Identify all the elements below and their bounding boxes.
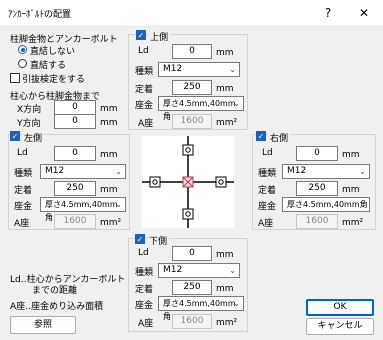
left-type-value: M12: [45, 166, 65, 176]
bottom-washer-label: 座金: [135, 301, 154, 311]
bottom-checkbox[interactable]: ✓: [135, 234, 145, 244]
right-washer-label: 座金: [258, 202, 277, 212]
help-button[interactable]: ?: [317, 3, 339, 23]
right-washer-value: 厚さ4.5mm,40mm角: [287, 200, 368, 209]
right-ld-unit: mm: [342, 150, 360, 160]
radio-no-connect[interactable]: [18, 45, 27, 54]
top-fix-input[interactable]: 250: [172, 80, 212, 95]
bottom-area-label: A座: [138, 319, 154, 329]
x-label: X方向: [17, 105, 42, 115]
top-type-value: M12: [163, 64, 183, 74]
top-area-label: A座: [138, 119, 154, 129]
bottom-ld-label: Ld: [138, 248, 149, 258]
right-area-value: 1600: [296, 214, 338, 229]
right-ld-input[interactable]: 0: [296, 146, 338, 161]
right-washer-select[interactable]: 厚さ4.5mm,40mm角 ⌄: [282, 197, 370, 212]
left-fix-input[interactable]: 250: [54, 181, 96, 196]
title-bar: ｱﾝｶｰﾎﾞﾙﾄの配置 ? ✕: [0, 0, 383, 27]
bottom-ld-input[interactable]: 0: [172, 246, 212, 261]
bottom-type-value: M12: [163, 265, 183, 275]
ok-button[interactable]: OK: [306, 299, 374, 316]
cancel-button[interactable]: キャンセル: [306, 318, 374, 335]
radio-connect-label: 直結する: [30, 61, 67, 71]
top-area-value: 1600: [172, 114, 212, 129]
top-washer-label: 座金: [135, 101, 154, 111]
left-area-unit: mm²: [100, 218, 122, 228]
anchor-diagram: [142, 136, 234, 228]
note-area: A座‥座金めり込み面積: [10, 302, 104, 312]
left-type-select[interactable]: M12 ⌄: [40, 164, 126, 179]
bottom-area-unit: mm²: [216, 318, 238, 328]
chevron-down-icon: ⌄: [115, 167, 122, 176]
right-title: 右側: [268, 131, 291, 144]
radio-no-connect-label: 直結しない: [30, 47, 76, 57]
right-area-label: A座: [258, 219, 274, 229]
anchor-left-icon: [149, 176, 161, 188]
chevron-down-icon: ⌄: [229, 65, 236, 74]
anchor-right-icon: [215, 176, 227, 188]
top-washer-select[interactable]: 厚さ4.5mm,40mm角 ⌄: [158, 96, 244, 121]
radio-connect[interactable]: [18, 59, 27, 68]
right-checkbox[interactable]: ✓: [256, 131, 266, 141]
right-fix-unit: mm: [342, 185, 360, 195]
close-button[interactable]: ✕: [353, 3, 375, 23]
top-type-label: 種類: [135, 67, 154, 77]
right-ld-label: Ld: [262, 148, 273, 158]
left-ld-input[interactable]: 0: [54, 146, 96, 161]
reference-button[interactable]: 参照: [10, 316, 76, 334]
bottom-fix-unit: mm: [216, 284, 234, 294]
top-ld-input[interactable]: 0: [172, 44, 212, 59]
pullout-label: 引抜検定をする: [22, 75, 86, 85]
chevron-down-icon: ⌄: [233, 299, 240, 308]
anchor-top-icon: [182, 144, 194, 156]
left-ld-unit: mm: [100, 150, 118, 160]
bottom-fix-label: 定着: [135, 285, 154, 295]
top-ld-unit: mm: [216, 48, 234, 58]
chevron-down-icon: ⌄: [359, 200, 366, 209]
top-fix-label: 定着: [135, 85, 154, 95]
left-washer-select[interactable]: 厚さ4.5mm,40mm角 ⌄: [40, 197, 126, 222]
pullout-checkbox[interactable]: [10, 73, 20, 83]
right-fix-input[interactable]: 250: [296, 181, 338, 196]
top-ld-label: Ld: [138, 46, 149, 56]
left-fix-unit: mm: [100, 185, 118, 195]
top-area-unit: mm²: [216, 118, 238, 128]
bottom-fix-input[interactable]: 250: [172, 280, 212, 295]
bottom-type-select[interactable]: M12 ⌄: [158, 263, 240, 278]
bottom-title: 下側: [147, 234, 170, 247]
right-type-label: 種類: [258, 169, 277, 179]
right-fix-label: 定着: [258, 186, 277, 196]
top-title: 上側: [148, 30, 171, 43]
chevron-down-icon: ⌄: [233, 99, 240, 108]
left-fix-label: 定着: [14, 186, 33, 196]
left-area-value: 1600: [54, 214, 96, 229]
right-area-unit: mm²: [342, 218, 364, 228]
top-checkbox[interactable]: ✓: [136, 30, 146, 40]
bottom-type-label: 種類: [135, 268, 154, 278]
left-checkbox[interactable]: ✓: [10, 131, 20, 141]
chevron-down-icon: ⌄: [229, 266, 236, 275]
y-input[interactable]: 0: [54, 114, 96, 129]
anchor-bottom-icon: [182, 208, 194, 220]
left-type-label: 種類: [14, 169, 33, 179]
right-type-value: M12: [287, 166, 307, 176]
window-title: ｱﾝｶｰﾎﾞﾙﾄの配置: [8, 10, 72, 20]
top-fix-unit: mm: [216, 84, 234, 94]
x-unit: mm: [100, 104, 118, 114]
bottom-washer-select[interactable]: 厚さ4.5mm,40mm角 ⌄: [158, 296, 244, 321]
bottom-area-value: 1600: [172, 314, 212, 329]
left-washer-label: 座金: [14, 202, 33, 212]
chevron-down-icon: ⌄: [115, 200, 122, 209]
right-type-select[interactable]: M12 ⌄: [282, 164, 370, 179]
left-area-label: A座: [14, 219, 30, 229]
top-type-select[interactable]: M12 ⌄: [158, 62, 240, 77]
bottom-ld-unit: mm: [216, 250, 234, 260]
x-input[interactable]: 0: [54, 100, 96, 115]
y-unit: mm: [100, 118, 118, 128]
left-ld-label: Ld: [17, 148, 28, 158]
chevron-down-icon: ⌄: [359, 167, 366, 176]
y-label: Y方向: [17, 119, 41, 129]
note-ld-cont: までの距離: [32, 286, 78, 296]
left-title: 左側: [22, 131, 45, 144]
